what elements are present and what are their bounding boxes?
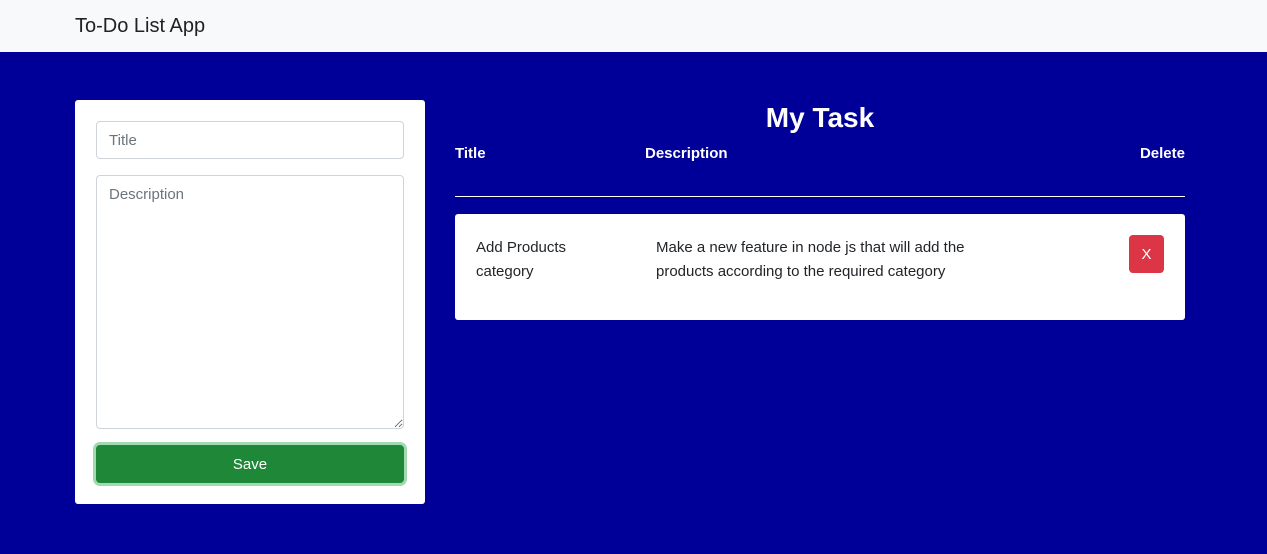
column-header-delete: Delete xyxy=(1139,145,1185,162)
delete-task-button[interactable]: X xyxy=(1129,235,1164,273)
task-description: Make a new feature in node js that will … xyxy=(656,239,965,280)
app-brand[interactable]: To-Do List App xyxy=(75,13,205,39)
header-divider xyxy=(455,196,1185,197)
tasks-heading: My Task xyxy=(765,102,875,133)
save-button[interactable]: Save xyxy=(96,445,404,483)
description-textarea[interactable] xyxy=(96,175,404,429)
title-input[interactable] xyxy=(96,121,404,159)
task-title: Add Products category xyxy=(476,239,567,280)
task-form-card: Save xyxy=(75,100,425,504)
task-row: Add Products category Make a new feature… xyxy=(455,214,1185,320)
navbar: To-Do List App xyxy=(0,0,1267,52)
column-header-title: Title xyxy=(455,145,486,162)
column-header-description: Description xyxy=(645,145,728,162)
